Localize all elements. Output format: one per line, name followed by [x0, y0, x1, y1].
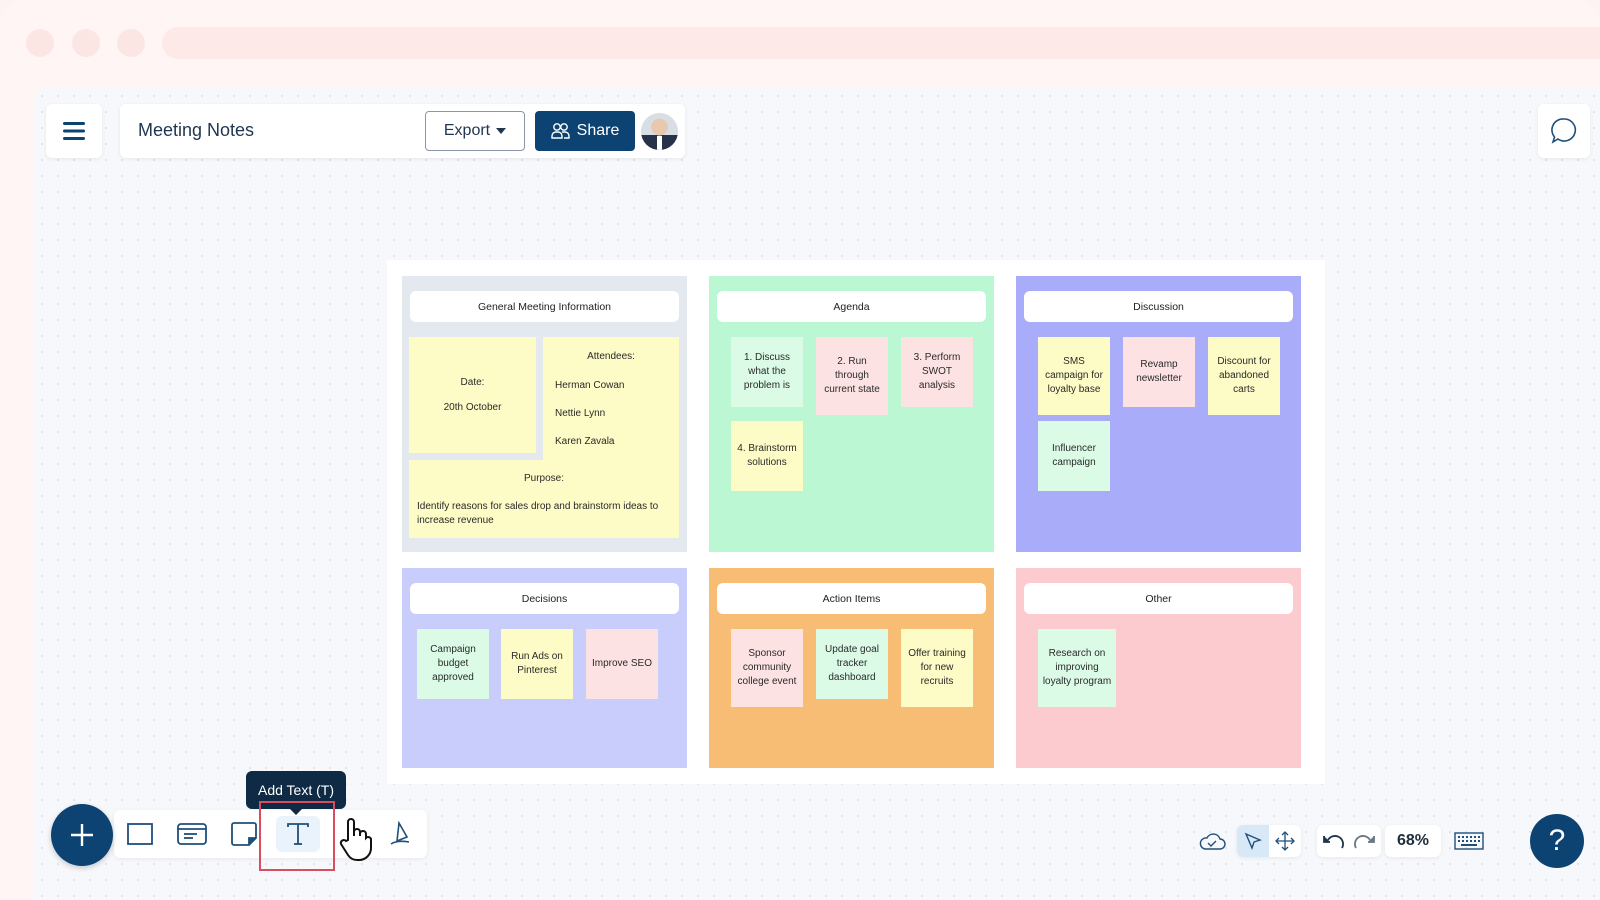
sticky-note[interactable]: 1. Discuss what the problem is	[731, 337, 803, 407]
pen-tool[interactable]	[380, 816, 420, 852]
window-dot	[26, 29, 54, 57]
window-dot	[72, 29, 100, 57]
sticky-note[interactable]: SMS campaign for loyalty base	[1038, 337, 1110, 415]
caret-down-icon	[496, 128, 507, 134]
zoom-level[interactable]: 68%	[1385, 825, 1441, 857]
sticky-note[interactable]: Update goal tracker dashboard	[816, 629, 888, 699]
sticky-note[interactable]: 3. Perform SWOT analysis	[901, 337, 973, 407]
move-tool[interactable]	[1269, 825, 1301, 857]
question-mark-icon: ?	[1548, 824, 1566, 857]
hamburger-icon	[63, 122, 85, 140]
export-button[interactable]: Export	[425, 111, 525, 151]
export-label: Export	[443, 122, 491, 139]
card-tool[interactable]	[172, 816, 212, 852]
share-button[interactable]: Share	[535, 111, 635, 151]
history-controls	[1317, 825, 1381, 857]
users-icon	[550, 123, 570, 139]
pen-icon	[390, 821, 410, 845]
keyboard-icon	[1454, 832, 1484, 850]
sticky-note-icon	[231, 822, 257, 846]
document-title[interactable]: Meeting Notes	[138, 120, 254, 141]
section-title: Discussion	[1024, 291, 1293, 322]
sticky-note[interactable]: Improve SEO	[586, 629, 658, 699]
help-button[interactable]: ?	[1530, 814, 1584, 868]
select-tool[interactable]	[1237, 825, 1269, 857]
date-note[interactable]: Date: 20th October	[409, 337, 536, 453]
sticky-note[interactable]: Discount for abandoned carts	[1208, 337, 1280, 415]
attendee: Herman Cowan	[555, 380, 625, 391]
menu-button[interactable]	[46, 104, 102, 158]
share-label: Share	[576, 122, 620, 139]
date-label: Date:	[460, 377, 485, 388]
section-other[interactable]: Other Research on improving loyalty prog…	[1016, 568, 1301, 768]
sticky-note-tool[interactable]	[224, 816, 264, 852]
section-title: Agenda	[717, 291, 986, 322]
canvas-app: Meeting Notes Export Share General Meeti…	[34, 88, 1600, 900]
highlight-box	[259, 801, 335, 871]
card-icon	[177, 823, 207, 845]
attendee: Nettie Lynn	[555, 408, 606, 419]
url-bar[interactable]	[162, 27, 1600, 59]
sticky-note[interactable]: Sponsor community college event	[731, 629, 803, 707]
pointer-tools	[1237, 825, 1301, 857]
section-discussion[interactable]: Discussion SMS campaign for loyalty base…	[1016, 276, 1301, 552]
rectangle-tool[interactable]	[120, 816, 160, 852]
section-agenda[interactable]: Agenda 1. Discuss what the problem is 2.…	[709, 276, 994, 552]
section-title: Action Items	[717, 583, 986, 614]
pan-tool[interactable]	[336, 816, 376, 861]
title-bar: Meeting Notes Export Share	[120, 104, 685, 158]
meeting-notes-board: General Meeting Information Date: 20th O…	[387, 260, 1325, 784]
section-title: General Meeting Information	[410, 291, 679, 322]
cursor-arrow-icon	[1244, 832, 1262, 850]
sticky-note[interactable]: 4. Brainstorm solutions	[731, 421, 803, 491]
sticky-note[interactable]: Campaign budget approved	[417, 629, 489, 699]
purpose-label: Purpose:	[523, 473, 565, 484]
purpose-text: Identify reasons for sales drop and brai…	[417, 501, 659, 526]
hand-cursor-icon	[339, 818, 372, 861]
sticky-note[interactable]: Offer training for new recruits	[901, 629, 973, 707]
chat-bubble-icon	[1551, 118, 1577, 144]
attendees-label: Attendees:	[587, 351, 635, 362]
date-value: 20th October	[443, 402, 502, 413]
sticky-note[interactable]: Influencer campaign	[1038, 421, 1110, 491]
user-avatar[interactable]	[641, 113, 678, 150]
window-dot	[117, 29, 145, 57]
move-arrows-icon	[1275, 831, 1295, 851]
attendee: Karen Zavala	[555, 436, 615, 447]
section-title: Other	[1024, 583, 1293, 614]
sticky-note[interactable]: Run Ads on Pinterest	[501, 629, 573, 699]
add-button[interactable]	[51, 804, 113, 866]
comments-button[interactable]	[1538, 104, 1590, 158]
keyboard-shortcuts-button[interactable]	[1454, 832, 1484, 855]
section-action-items[interactable]: Action Items Sponsor community college e…	[709, 568, 994, 768]
redo-icon[interactable]	[1354, 832, 1376, 850]
section-decisions[interactable]: Decisions Campaign budget approved Run A…	[402, 568, 687, 768]
sticky-note[interactable]: Revamp newsletter	[1123, 337, 1195, 407]
plus-icon	[71, 824, 93, 846]
rectangle-icon	[127, 823, 153, 845]
sticky-note[interactable]: 2. Run through current state	[816, 337, 888, 415]
cloud-saved-icon	[1198, 830, 1226, 857]
undo-icon[interactable]	[1322, 832, 1344, 850]
sticky-note[interactable]: Research on improving loyalty program	[1038, 629, 1116, 707]
purpose-note[interactable]: Purpose: Identify reasons for sales drop…	[409, 460, 679, 538]
section-title: Decisions	[410, 583, 679, 614]
section-general-meeting-information[interactable]: General Meeting Information Date: 20th O…	[402, 276, 687, 552]
